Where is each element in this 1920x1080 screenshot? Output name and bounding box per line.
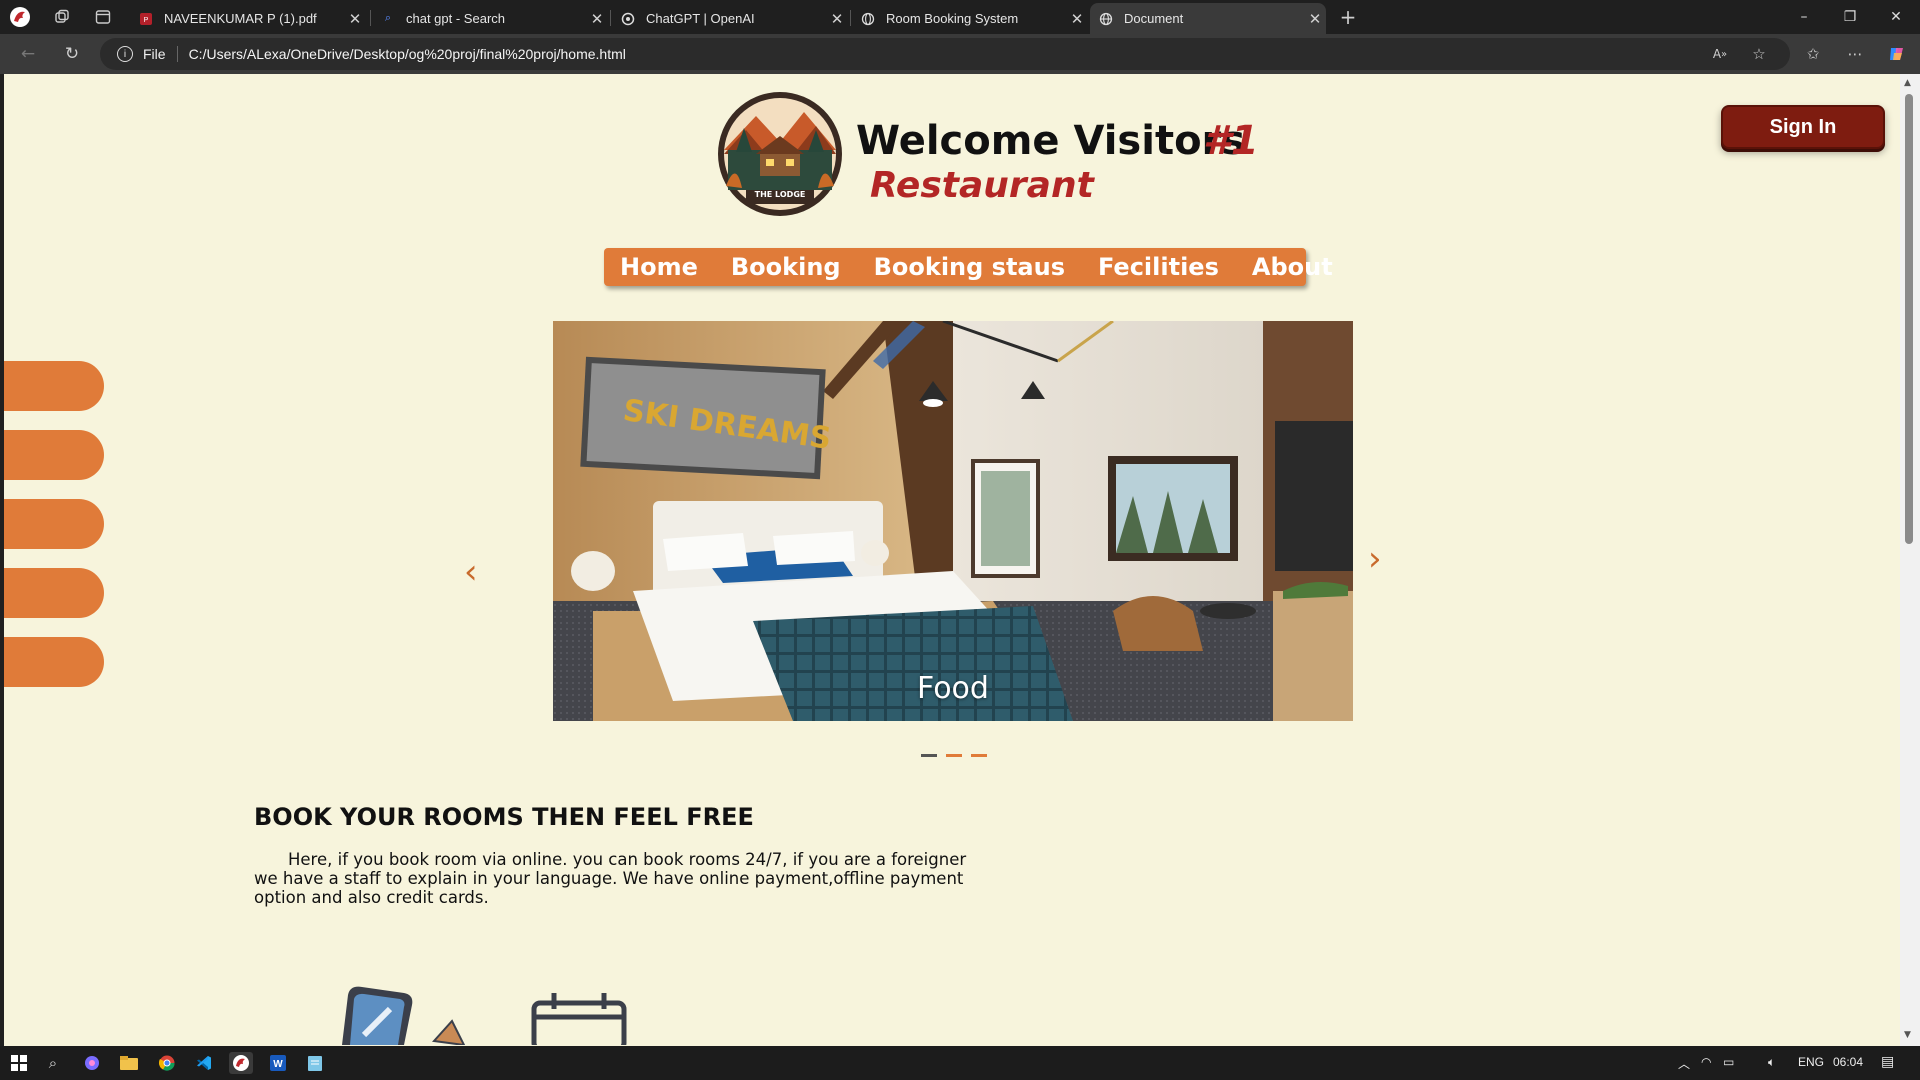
- address-bar: ← ↻ i File C:/Users/ALexa/OneDrive/Deskt…: [0, 34, 1920, 74]
- vertical-tabs-icon[interactable]: [92, 6, 114, 28]
- tab-title: Room Booking System: [886, 11, 1019, 26]
- close-tab-icon[interactable]: ✕: [1304, 10, 1326, 28]
- carousel-dot[interactable]: [921, 754, 937, 757]
- wifi-icon[interactable]: ◠: [1701, 1055, 1711, 1069]
- globe-icon: [1098, 11, 1114, 27]
- scroll-down-icon[interactable]: ▼: [1904, 1030, 1911, 1040]
- restore-icon[interactable]: ❐: [1827, 4, 1873, 30]
- close-window-icon[interactable]: ✕: [1873, 4, 1919, 30]
- notifications-icon[interactable]: ▤: [1881, 1053, 1894, 1070]
- new-tab-icon[interactable]: +: [1337, 5, 1359, 29]
- copilot-icon[interactable]: [1885, 43, 1909, 65]
- sign-in-button[interactable]: Sign In: [1721, 105, 1885, 149]
- url-field[interactable]: i File C:/Users/ALexa/OneDrive/Desktop/o…: [100, 38, 1790, 70]
- chrome-icon[interactable]: [155, 1052, 179, 1074]
- separator: [176, 46, 178, 62]
- back-icon[interactable]: ←: [15, 42, 41, 66]
- word-icon[interactable]: W: [266, 1052, 290, 1074]
- tab-title: ChatGPT | OpenAI: [646, 11, 755, 26]
- edge-browser-icon[interactable]: [229, 1052, 253, 1074]
- notepad-icon[interactable]: [303, 1052, 327, 1074]
- close-tab-icon[interactable]: ✕: [586, 10, 608, 28]
- info-icon[interactable]: i: [117, 46, 133, 62]
- section-paragraph: Here, if you book room via online. you c…: [254, 850, 967, 907]
- minimize-icon[interactable]: –: [1781, 4, 1827, 30]
- nav-about[interactable]: About: [1252, 253, 1333, 281]
- page-title: Welcome Visitors: [856, 118, 1246, 164]
- page-viewport: THE LODGE Welcome Visitors #1 Restaurant…: [4, 74, 1900, 1046]
- openai-icon: [620, 11, 636, 27]
- tab-chatgpt[interactable]: ChatGPT | OpenAI ✕: [612, 3, 848, 34]
- side-menu-pill[interactable]: [4, 361, 104, 411]
- carousel-indicators: [921, 754, 996, 757]
- file-explorer-icon[interactable]: [117, 1052, 141, 1074]
- nav-facilities[interactable]: Fecilities: [1098, 253, 1219, 281]
- tab-divider: [610, 10, 611, 26]
- tab-search[interactable]: ⌕ chat gpt - Search ✕: [372, 3, 608, 34]
- windows-start-icon[interactable]: [7, 1052, 31, 1074]
- scheme-label: File: [143, 46, 166, 62]
- page-subtitle: Restaurant: [870, 165, 1094, 206]
- logo-text: THE LODGE: [754, 190, 806, 199]
- carousel-caption: Food: [917, 671, 989, 706]
- tab-room-booking[interactable]: Room Booking System ✕: [852, 3, 1088, 34]
- section-heading: BOOK YOUR ROOMS THEN FEEL FREE: [254, 803, 754, 831]
- globe-icon: [860, 11, 876, 27]
- nav-home[interactable]: Home: [620, 253, 698, 281]
- carousel-next-icon[interactable]: ›: [1368, 539, 1382, 579]
- image-carousel: SKI DREAMS Food: [553, 321, 1353, 721]
- pdf-icon: P: [138, 11, 154, 27]
- search-icon[interactable]: ⌕: [41, 1052, 65, 1074]
- url-text: C:/Users/ALexa/OneDrive/Desktop/og%20pro…: [188, 46, 626, 62]
- refresh-icon[interactable]: ↻: [59, 42, 85, 66]
- tray-chevron-icon[interactable]: ︿: [1678, 1055, 1690, 1072]
- read-aloud-icon[interactable]: A»: [1708, 43, 1732, 65]
- tab-title: NAVEENKUMAR P (1).pdf: [164, 11, 317, 26]
- tab-pdf[interactable]: P NAVEENKUMAR P (1).pdf ✕: [130, 3, 366, 34]
- browser-profile-icon[interactable]: [9, 6, 31, 28]
- tab-document[interactable]: Document ✕: [1090, 3, 1326, 34]
- close-tab-icon[interactable]: ✕: [826, 10, 848, 28]
- language-indicator[interactable]: ENG: [1798, 1055, 1824, 1069]
- scroll-up-icon[interactable]: ▲: [1904, 78, 1911, 88]
- more-icon[interactable]: ⋯: [1843, 43, 1867, 65]
- side-menu-pill[interactable]: [4, 568, 104, 618]
- page-scrollbar[interactable]: ▲ ▼: [1900, 74, 1920, 1046]
- close-tab-icon[interactable]: ✕: [344, 10, 366, 28]
- volume-icon[interactable]: 🔈︎: [1768, 1055, 1775, 1070]
- carousel-dot[interactable]: [971, 754, 987, 757]
- tab-bar: P NAVEENKUMAR P (1).pdf ✕ ⌕ chat gpt - S…: [0, 0, 1920, 34]
- booking-illustration: [334, 985, 654, 1046]
- search-icon: ⌕: [384, 12, 392, 24]
- hotel-room-photo: SKI DREAMS: [553, 321, 1353, 721]
- lodge-logo: THE LODGE: [716, 90, 844, 218]
- workspaces-icon[interactable]: [51, 6, 73, 28]
- copilot-taskbar-icon[interactable]: [80, 1052, 104, 1074]
- nav-booking[interactable]: Booking: [731, 253, 841, 281]
- tab-divider: [850, 10, 851, 26]
- tab-divider: [370, 10, 371, 26]
- tab-title: Document: [1124, 11, 1184, 26]
- side-menu-pill[interactable]: [4, 499, 104, 549]
- carousel-prev-icon[interactable]: ‹: [464, 552, 478, 592]
- svg-text:P: P: [144, 17, 149, 24]
- favorites-icon[interactable]: ✩: [1801, 43, 1825, 65]
- main-nav: Home Booking Booking staus Fecilities Ab…: [604, 248, 1333, 286]
- svg-text:W: W: [273, 1059, 283, 1070]
- vscode-icon[interactable]: [192, 1052, 216, 1074]
- nav-booking-status[interactable]: Booking staus: [874, 253, 1065, 281]
- tab-title: chat gpt - Search: [406, 11, 505, 26]
- favorite-star-icon[interactable]: ☆: [1747, 43, 1771, 65]
- carousel-dot[interactable]: [946, 754, 962, 757]
- side-menu-pill[interactable]: [4, 430, 104, 480]
- clock[interactable]: 06:04: [1833, 1055, 1863, 1069]
- scroll-thumb[interactable]: [1905, 94, 1913, 544]
- taskbar: ⌕ W ︿ ◠ ▭ 🔈︎ ENG 06:04 ▤: [0, 1046, 1920, 1080]
- close-tab-icon[interactable]: ✕: [1066, 10, 1088, 28]
- rank-badge: #1: [1203, 118, 1259, 164]
- battery-icon[interactable]: ▭: [1723, 1055, 1734, 1069]
- side-menu-pill[interactable]: [4, 637, 104, 687]
